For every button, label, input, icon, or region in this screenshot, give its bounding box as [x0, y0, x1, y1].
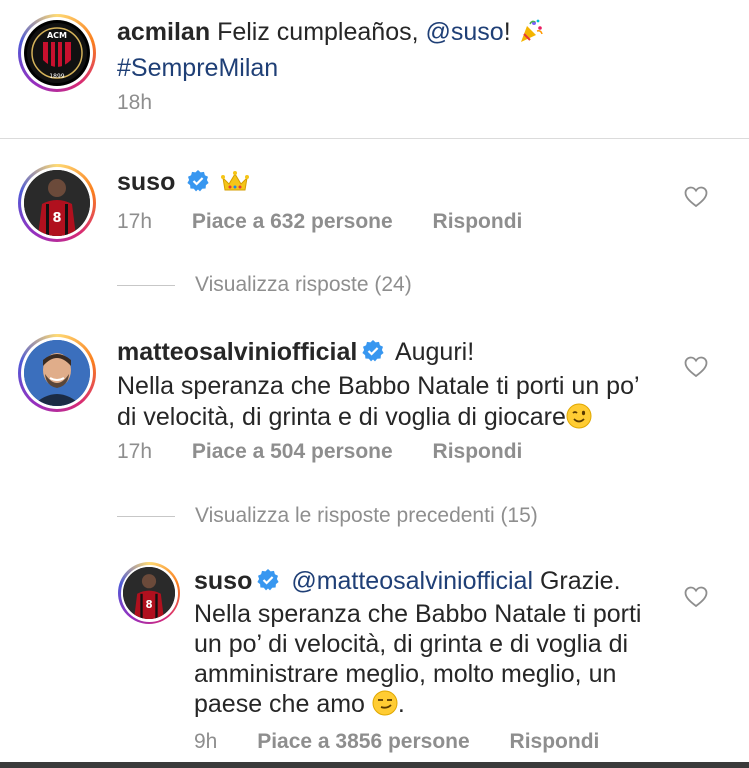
comment-1-likes[interactable]: Piace a 632 persone: [192, 210, 393, 233]
svg-text:ACM: ACM: [47, 31, 67, 40]
replies-divider: [117, 515, 175, 517]
caption-message: Feliz cumpleaños,: [217, 18, 419, 46]
comment-1-text: suso: [117, 167, 250, 202]
party-popper-icon: [518, 18, 544, 52]
reply-meta: 9h Piace a 3856 persone Rispondi: [194, 730, 599, 754]
suso-reply-photo: 8: [123, 567, 175, 619]
reply-heart-icon[interactable]: [684, 586, 708, 613]
comment-2-line-3: di velocità, di grinta e di voglia di gi…: [117, 403, 566, 431]
replies-divider: [117, 284, 175, 286]
crown-icon: [221, 170, 250, 202]
comment-1-view-replies-label: Visualizza risposte (24): [195, 273, 412, 296]
comment-2-line-2: Nella speranza che Babbo Natale ti porti…: [117, 372, 640, 400]
comment-2-heart-icon[interactable]: [684, 356, 708, 383]
reply-period: .: [397, 690, 405, 718]
verified-badge-icon: [256, 568, 280, 599]
bottom-edge: [0, 762, 749, 768]
verified-badge-icon: [361, 339, 385, 371]
caption-time: 18h: [117, 91, 153, 114]
acmilan-avatar[interactable]: ACM 1899: [18, 14, 96, 92]
caption-text: acmilan Feliz cumpleaños, @suso! #Sempre…: [117, 16, 717, 84]
comment-1-username[interactable]: suso: [117, 168, 175, 196]
reply-line-1: Grazie.: [539, 567, 621, 595]
suso-avatar[interactable]: 8: [18, 164, 96, 242]
reply-text: suso @matteosalviniofficial Grazie. Nell…: [194, 566, 642, 723]
caption-username[interactable]: acmilan: [117, 18, 210, 46]
comment-1-view-replies[interactable]: Visualizza risposte (24): [117, 273, 412, 297]
comment-2-text: matteosalviniofficial Auguri! Nella sper…: [117, 337, 640, 437]
svg-text:8: 8: [52, 211, 61, 226]
comment-2-likes[interactable]: Piace a 504 persone: [192, 440, 393, 463]
comment-2-username[interactable]: matteosalviniofficial: [117, 338, 357, 366]
suso-photo: 8: [24, 170, 90, 236]
matteosalvini-avatar[interactable]: [18, 334, 96, 412]
reply-time: 9h: [194, 730, 218, 753]
comment-2-view-replies-label: Visualizza le risposte precedenti (15): [195, 504, 538, 527]
comment-2-reply-button[interactable]: Rispondi: [433, 440, 523, 463]
reply-line-5: paese che amo: [194, 690, 365, 718]
winking-face-icon: [566, 403, 592, 437]
reply-reply-button[interactable]: Rispondi: [510, 730, 600, 753]
comment-1-heart-icon[interactable]: [684, 186, 708, 213]
reply-line-3: un po’ di velocità, di grinta e di vogli…: [194, 630, 629, 658]
caption-hashtag[interactable]: #SempreMilan: [117, 54, 278, 82]
comment-1-meta: 17h Piace a 632 persone Rispondi: [117, 210, 522, 234]
comment-1-reply-button[interactable]: Rispondi: [433, 210, 523, 233]
comment-2-view-previous-replies[interactable]: Visualizza le risposte precedenti (15): [117, 504, 538, 528]
reply-line-2: Nella speranza che Babbo Natale ti porti: [194, 600, 642, 628]
acmilan-logo-icon: ACM 1899: [24, 20, 90, 86]
comment-2-time: 17h: [117, 440, 153, 463]
svg-text:1899: 1899: [49, 73, 64, 80]
caption-exclaim: !: [503, 18, 511, 46]
caption-mention[interactable]: @suso: [426, 18, 504, 46]
suso-reply-avatar[interactable]: 8: [118, 562, 180, 624]
reply-username[interactable]: suso: [194, 567, 252, 595]
reply-likes[interactable]: Piace a 3856 persone: [257, 730, 469, 753]
matteosalvini-photo: [24, 340, 90, 406]
comment-1-time: 17h: [117, 210, 153, 233]
comment-2-line-1: Auguri!: [394, 338, 475, 366]
caption-divider: [0, 138, 749, 139]
comment-2-meta: 17h Piace a 504 persone Rispondi: [117, 440, 522, 464]
smirking-face-icon: [372, 690, 398, 723]
svg-text:8: 8: [145, 599, 152, 611]
verified-badge-icon: [186, 169, 210, 201]
reply-mention[interactable]: @matteosalviniofficial: [291, 567, 533, 595]
reply-line-4: amministrare meglio, molto meglio, un: [194, 660, 617, 688]
